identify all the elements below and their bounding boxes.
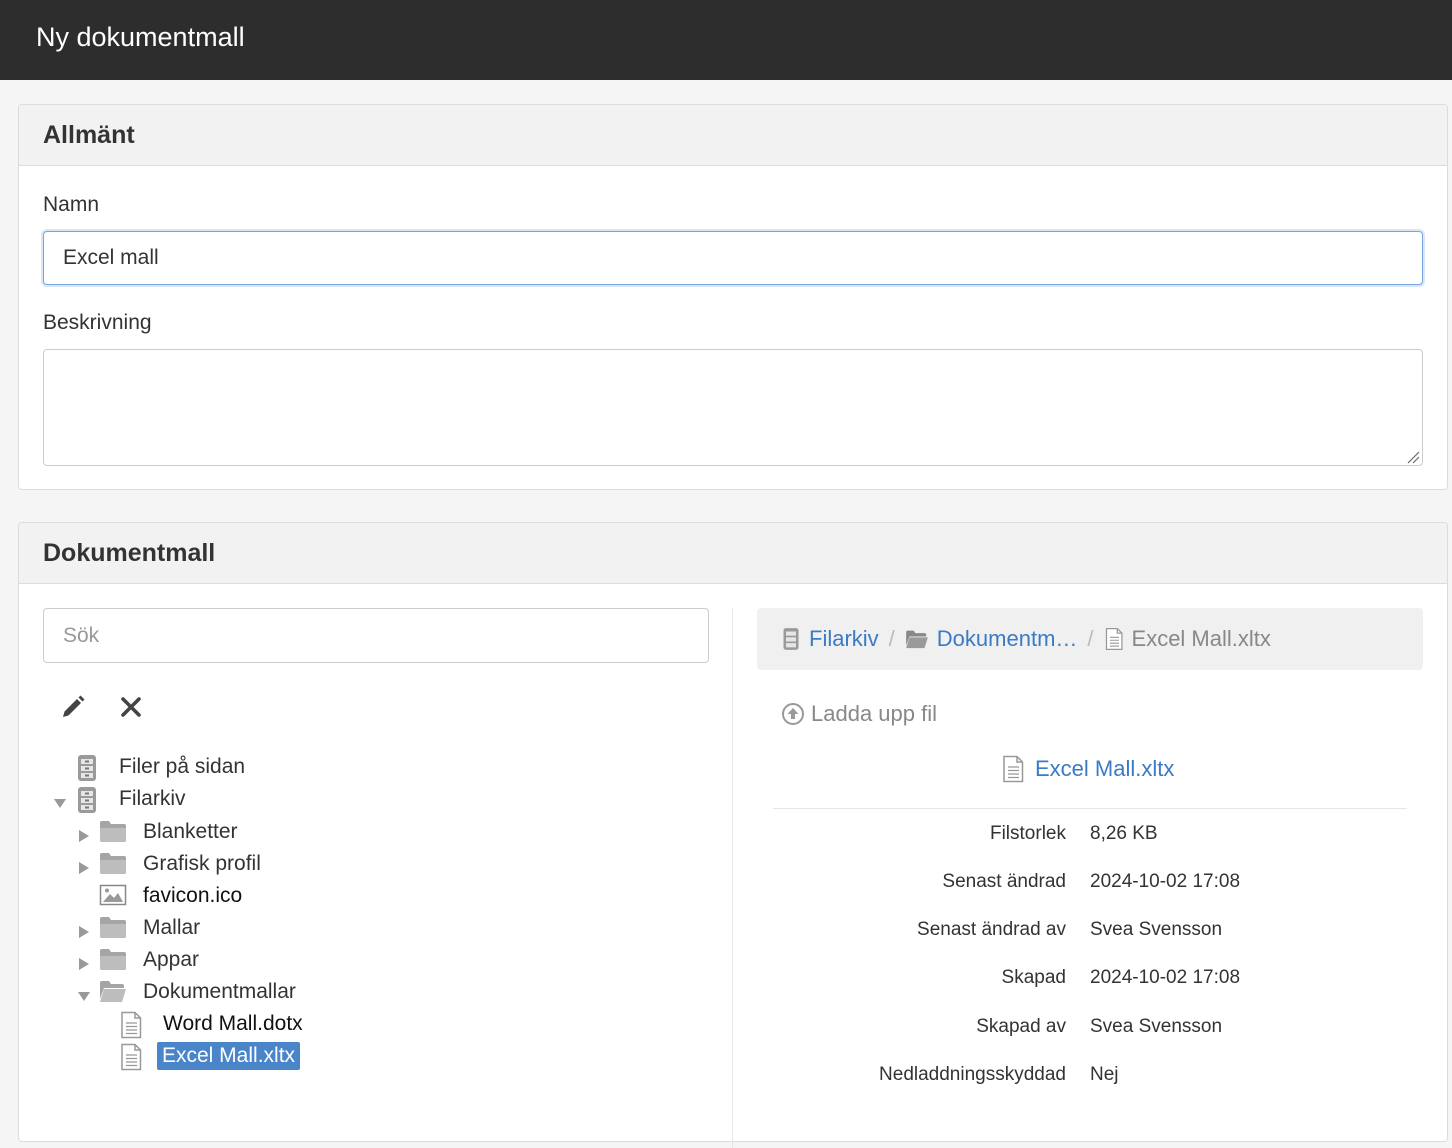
tree-item-label: Filer på sidan — [119, 755, 246, 778]
file-cabinet-icon — [783, 628, 799, 650]
tree-item-word-mall[interactable]: Word Mall.dotx — [97, 1009, 303, 1039]
tree-item-filarkiv[interactable]: Filarkiv — [53, 784, 186, 814]
breadcrumb-separator: / — [888, 626, 895, 651]
template-panel: Dokumentmall Filer på sidan Filarkiv — [18, 522, 1448, 1148]
breadcrumb-link[interactable]: Dokumentm… — [937, 626, 1078, 652]
tree-item-blanketter[interactable]: Blanketter — [77, 817, 238, 847]
meta-value: Svea Svensson — [1090, 1016, 1223, 1037]
document-icon — [1105, 627, 1123, 651]
caret-right-icon[interactable] — [77, 953, 91, 970]
folder-icon — [99, 819, 127, 845]
tree-item-excel-mall[interactable]: Excel Mall.xltx — [97, 1041, 301, 1071]
meta-value: 2024-10-02 17:08 — [1090, 967, 1241, 988]
upload-icon — [782, 703, 804, 725]
tree-item-label: Grafisk profil — [143, 852, 261, 875]
meta-row-created: Skapad 2024-10-02 17:08 — [773, 967, 1423, 991]
details-divider — [773, 808, 1407, 809]
meta-row-filesize: Filstorlek 8,26 KB — [773, 823, 1423, 847]
search-input[interactable] — [43, 608, 709, 663]
tree-item-appar[interactable]: Appar — [77, 945, 199, 975]
tree-item-mallar[interactable]: Mallar — [77, 913, 200, 943]
general-panel-header: Allmänt — [19, 105, 1447, 166]
breadcrumb-item-current: Excel Mall.xltx — [1104, 626, 1271, 652]
name-label: Namn — [43, 193, 100, 216]
tree-item-label: favicon.ico — [143, 884, 243, 907]
breadcrumb-separator: / — [1087, 626, 1094, 651]
general-panel: Allmänt Namn Beskrivning — [18, 104, 1448, 490]
meta-row-created-by: Skapad av Svea Svensson — [773, 1016, 1423, 1040]
general-panel-title: Allmänt — [43, 121, 135, 149]
breadcrumb-link[interactable]: Filarkiv — [809, 626, 879, 652]
tree-item-label-selected: Excel Mall.xltx — [157, 1042, 301, 1070]
folder-icon — [99, 947, 127, 973]
caret-down-icon[interactable] — [53, 792, 67, 808]
meta-value: 8,26 KB — [1090, 823, 1158, 844]
document-icon — [1003, 755, 1024, 783]
meta-key: Skapad — [1001, 967, 1066, 988]
meta-row-download-protected: Nedladdningsskyddad Nej — [773, 1064, 1423, 1088]
breadcrumb-item-filarkiv[interactable]: Filarkiv — [781, 626, 879, 652]
file-cabinet-icon — [75, 754, 103, 781]
tree-item-grafisk-profil[interactable]: Grafisk profil — [77, 849, 261, 879]
meta-value: Svea Svensson — [1090, 919, 1223, 940]
tree-item-label: Word Mall.dotx — [163, 1012, 303, 1035]
meta-row-modified-by: Senast ändrad av Svea Svensson — [773, 919, 1423, 943]
meta-value: 2024-10-02 17:08 — [1090, 871, 1241, 892]
caret-down-icon[interactable] — [77, 985, 91, 1001]
breadcrumb-current-label: Excel Mall.xltx — [1131, 626, 1271, 651]
caret-right-icon[interactable] — [77, 857, 91, 874]
resize-grip-icon[interactable] — [1406, 450, 1420, 464]
page-title: Ny dokumentmall — [36, 22, 245, 52]
document-icon — [119, 1043, 147, 1071]
meta-key: Senast ändrad — [942, 871, 1066, 892]
tree-item-label: Mallar — [143, 916, 201, 939]
caret-right-icon[interactable] — [77, 921, 91, 938]
template-panel-header: Dokumentmall — [19, 523, 1447, 584]
tree-item-label: Dokumentmallar — [143, 980, 296, 1003]
tree-item-favicon[interactable]: favicon.ico — [77, 881, 242, 911]
folder-icon — [99, 915, 127, 941]
tree-item-label: Appar — [143, 948, 200, 971]
top-bar: Ny dokumentmall — [0, 0, 1452, 80]
folder-icon — [99, 851, 127, 877]
close-icon[interactable] — [115, 691, 147, 723]
tree-item-filer-pa-sidan[interactable]: Filer på sidan — [53, 752, 245, 782]
breadcrumb-item-dokumentmallar[interactable]: Dokumentm… — [905, 626, 1078, 652]
caret-right-icon[interactable] — [77, 825, 91, 842]
description-label: Beskrivning — [43, 311, 152, 334]
meta-key: Skapad av — [976, 1016, 1066, 1037]
meta-key: Filstorlek — [989, 823, 1066, 844]
meta-key: Nedladdningsskyddad — [879, 1064, 1066, 1085]
tree-item-label: Filarkiv — [119, 787, 186, 810]
column-divider — [732, 608, 733, 1148]
breadcrumb: Filarkiv / Dokumentm… / Excel Mall.xltx — [757, 608, 1423, 670]
tree-item-label: Blanketter — [143, 820, 238, 843]
file-name-link[interactable]: Excel Mall.xltx — [1035, 756, 1174, 782]
file-download-link[interactable]: Excel Mall.xltx — [1001, 755, 1174, 783]
name-input[interactable] — [43, 231, 1423, 285]
folder-open-icon — [99, 979, 127, 1005]
upload-file-label: Ladda upp fil — [811, 701, 937, 726]
template-panel-title: Dokumentmall — [43, 539, 216, 567]
upload-file-button[interactable]: Ladda upp fil — [781, 701, 937, 727]
meta-row-modified: Senast ändrad 2024-10-02 17:08 — [773, 871, 1423, 895]
folder-open-icon — [905, 630, 928, 649]
image-icon — [99, 883, 127, 909]
pencil-icon[interactable] — [57, 691, 89, 723]
meta-value: Nej — [1090, 1064, 1119, 1085]
tree-item-dokumentmallar[interactable]: Dokumentmallar — [77, 977, 296, 1007]
description-textarea[interactable] — [43, 349, 1423, 466]
file-cabinet-icon — [75, 786, 103, 813]
document-icon — [119, 1011, 147, 1039]
meta-key: Senast ändrad av — [917, 919, 1066, 940]
